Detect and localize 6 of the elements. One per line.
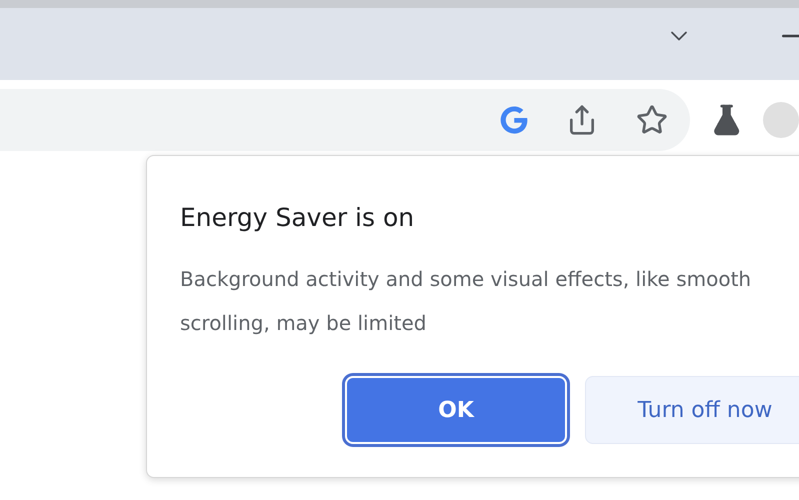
popup-message: Background activity and some visual effects, like smooth scrolling, may be limited bbox=[180, 266, 752, 337]
google-icon[interactable] bbox=[500, 106, 528, 134]
popup-title: Energy Saver is on bbox=[180, 202, 414, 234]
ok-button[interactable]: OK bbox=[345, 376, 567, 444]
star-icon[interactable] bbox=[636, 104, 668, 136]
turn-off-button[interactable]: Turn off now bbox=[585, 376, 799, 444]
